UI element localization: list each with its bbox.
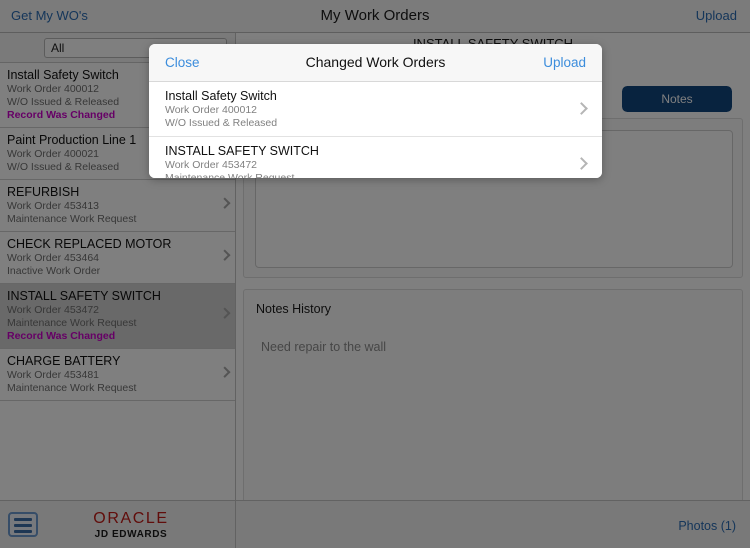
modal-item-order: Work Order 400012: [165, 104, 258, 116]
modal-item-status: W/O Issued & Released: [165, 117, 278, 129]
chevron-right-icon: [575, 102, 588, 115]
modal-item-title: INSTALL SAFETY SWITCH: [165, 144, 319, 158]
modal-work-order-list: Install Safety Switch Work Order 400012 W/…: [149, 82, 602, 178]
modal-upload-button[interactable]: Upload: [543, 55, 586, 70]
modal-item-order: Work Order 453472: [165, 159, 258, 171]
modal-header: Close Changed Work Orders Upload: [149, 44, 602, 82]
changed-work-orders-modal: Close Changed Work Orders Upload Install…: [149, 44, 602, 178]
chevron-right-icon: [575, 157, 588, 170]
modal-title: Changed Work Orders: [305, 54, 446, 70]
modal-item-title: Install Safety Switch: [165, 89, 277, 103]
app-root: Get My WO's My Work Orders Upload Instal…: [0, 0, 750, 548]
modal-list-item[interactable]: INSTALL SAFETY SWITCH Work Order 453472 Ma…: [149, 137, 602, 178]
modal-list-item[interactable]: Install Safety Switch Work Order 400012 W/…: [149, 82, 602, 137]
modal-item-status: Maintenance Work Request: [165, 172, 295, 178]
